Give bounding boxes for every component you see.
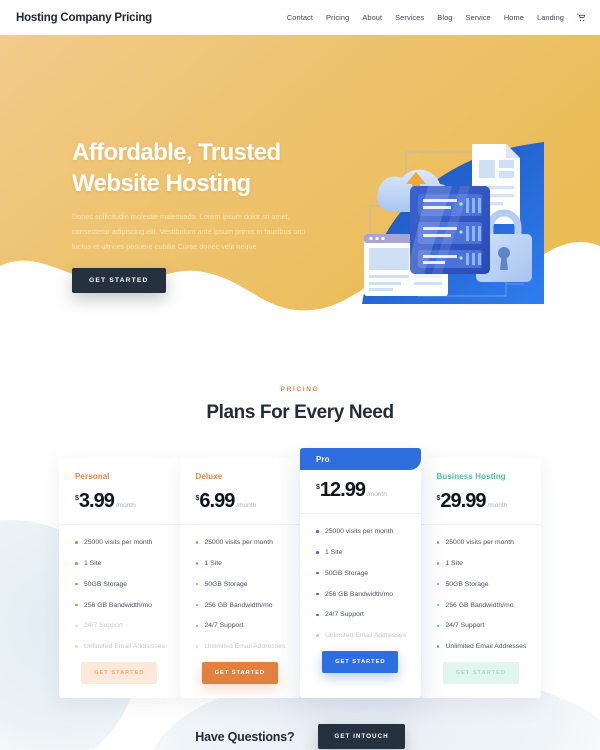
card-cta-personal: GET STARTED <box>59 661 180 685</box>
nav-item-pricing[interactable]: Pricing <box>326 13 349 22</box>
hero-content: Affordable, Trusted Website Hosting Done… <box>72 138 322 294</box>
get-started-button-pro[interactable]: GET STARTED <box>322 651 399 674</box>
have-questions-heading: Have Questions? <box>195 729 295 744</box>
feature-item: 256 GB Bandwidth/mo <box>436 601 529 611</box>
features-personal: 25000 visits per month 1 Site 50GB Stora… <box>59 525 180 652</box>
price-period: /month <box>366 491 387 498</box>
price-period: /month <box>115 502 136 509</box>
feature-item: 50GB Storage <box>436 580 529 590</box>
plan-name-deluxe: Deluxe <box>195 472 223 481</box>
nav-item-about[interactable]: About <box>362 13 382 22</box>
feature-item-disabled: 24/7 Support <box>75 621 167 631</box>
card-head-pro: Pro <box>300 448 421 470</box>
card-cta-business: GET STARTED <box>421 661 542 685</box>
feature-item-disabled: Unlimited Email Addresses <box>195 642 288 652</box>
site-header: Hosting Company Pricing Contact Pricing … <box>0 0 600 35</box>
hero-title: Affordable, Trusted Website Hosting <box>72 138 322 199</box>
feature-item-disabled: Unlimited Email Addresses <box>75 642 167 652</box>
questions-section: Have Questions? GET INTOUCH <box>0 724 600 749</box>
nav-item-services[interactable]: Services <box>395 13 424 22</box>
card-cta-pro: GET STARTED <box>300 650 421 674</box>
nav-item-service[interactable]: Service <box>466 13 491 22</box>
hero-paragraph: Donec sollicitudin molestie malesuada. L… <box>72 212 306 252</box>
feature-item: 256 GB Bandwidth/mo <box>316 590 408 600</box>
feature-item: 50GB Storage <box>75 580 167 590</box>
price-period: /month <box>487 502 508 509</box>
get-started-button-deluxe[interactable]: GET STARTED <box>201 662 278 685</box>
price-amount: 3.99 <box>78 490 115 512</box>
pricing-eyebrow: PRICING <box>280 386 320 393</box>
pricing-card-deluxe[interactable]: Deluxe $ 6.99 /month 25000 visits per mo… <box>179 458 301 698</box>
main-navigation: Contact Pricing About Services Blog Serv… <box>287 13 586 22</box>
feature-item-disabled: Unlimited Email Addresses <box>316 631 408 641</box>
page-root: Hosting Company Pricing Contact Pricing … <box>0 0 600 750</box>
price-personal: $ 3.99 /month <box>59 491 180 525</box>
plan-name-business-hosting: Business Hosting <box>436 472 506 481</box>
card-head-personal: Personal <box>59 458 180 481</box>
feature-item: 256 GB Bandwidth/mo <box>195 601 288 611</box>
plan-name-personal: Personal <box>75 472 110 481</box>
features-deluxe: 25000 visits per month 1 Site 50GB Stora… <box>180 525 301 652</box>
nav-item-blog[interactable]: Blog <box>437 13 452 22</box>
feature-item: 1 Site <box>316 548 408 558</box>
hero-section: Affordable, Trusted Website Hosting Done… <box>0 34 600 334</box>
plan-name-pro: Pro <box>316 454 330 464</box>
shopping-cart-icon[interactable] <box>577 13 586 22</box>
hero-title-line2: Website Hosting <box>72 169 251 197</box>
get-intouch-button[interactable]: GET INTOUCH <box>318 724 405 749</box>
price-amount: 12.99 <box>319 479 366 501</box>
features-pro: 25000 visits per month 1 Site 50GB Stora… <box>300 514 421 641</box>
feature-item: Unlimited Email Addresses <box>436 642 529 652</box>
pricing-card-pro[interactable]: Pro $ 12.99 /month 25000 visits per mont… <box>300 448 421 698</box>
price-deluxe: $ 6.99 /month <box>179 490 300 525</box>
feature-item: 50GB Storage <box>316 569 408 579</box>
nav-item-contact[interactable]: Contact <box>287 13 313 22</box>
feature-item: 25000 visits per month <box>195 538 288 548</box>
features-business: 25000 visits per month 1 Site 50GB Stora… <box>421 525 542 652</box>
feature-item: 256 GB Bandwidth/mo <box>75 601 167 611</box>
hero-title-line1: Affordable, Trusted <box>72 139 281 166</box>
feature-item: 1 Site <box>195 559 288 569</box>
card-head-business: Business Hosting <box>421 458 542 481</box>
price-business: $ 29.99 /month <box>420 490 541 525</box>
card-cta-deluxe: GET STARTED <box>180 661 301 685</box>
feature-item: 25000 visits per month <box>436 538 529 548</box>
nav-item-landing[interactable]: Landing <box>537 13 564 22</box>
feature-item: 24/7 Support <box>436 621 529 631</box>
card-head-deluxe: Deluxe <box>180 458 301 481</box>
price-period: /month <box>236 502 257 509</box>
feature-item: 1 Site <box>75 559 167 569</box>
feature-item: 25000 visits per month <box>75 538 167 548</box>
price-amount: 29.99 <box>440 490 486 512</box>
hero-get-started-button[interactable]: GET STARTED <box>72 268 166 294</box>
pricing-section: PRICING Plans For Every Need Personal $ … <box>0 334 600 698</box>
get-started-button-personal[interactable]: GET STARTED <box>81 662 158 685</box>
get-started-button-business[interactable]: GET STARTED <box>442 662 519 685</box>
pricing-card-personal[interactable]: Personal $ 3.99 /month 25000 visits per … <box>59 458 180 698</box>
feature-item: 50GB Storage <box>195 580 288 590</box>
feature-item: 24/7 Support <box>195 621 288 631</box>
nav-item-home[interactable]: Home <box>504 13 524 22</box>
feature-item: 1 Site <box>436 559 529 569</box>
hosting-illustration <box>362 142 544 304</box>
pricing-cards: Personal $ 3.99 /month 25000 visits per … <box>59 448 541 698</box>
pricing-title: Plans For Every Need <box>206 402 394 423</box>
price-pro: $ 12.99 /month <box>300 480 421 514</box>
price-amount: 6.99 <box>199 490 235 512</box>
pricing-card-business-hosting[interactable]: Business Hosting $ 29.99 /month 25000 vi… <box>420 458 542 698</box>
feature-item: 25000 visits per month <box>316 527 408 537</box>
feature-item: 24/7 Support <box>316 610 408 620</box>
site-logo[interactable]: Hosting Company Pricing <box>16 12 152 24</box>
